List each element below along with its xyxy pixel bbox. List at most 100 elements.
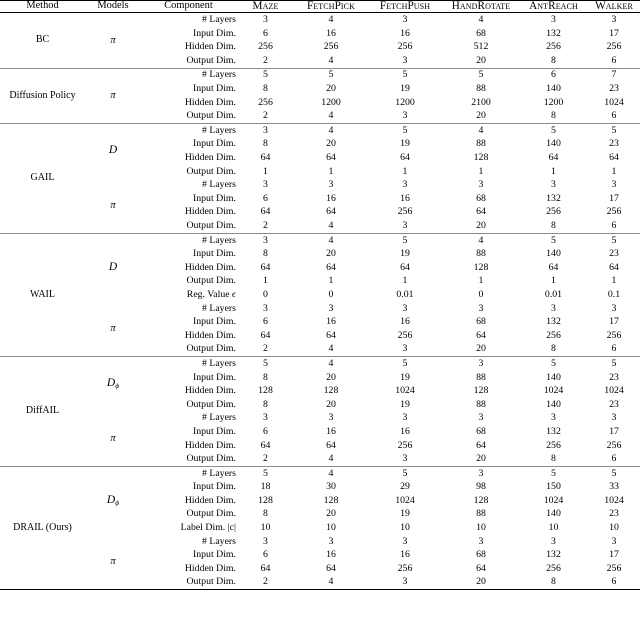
value-antreach-input-dim: 132 xyxy=(546,549,561,561)
value-fetchpush-output-dim: 3 xyxy=(402,343,408,355)
value-maze-input-dim: 8 xyxy=(263,138,268,150)
table-header: Method Models Component Maze FetchPick F… xyxy=(0,0,640,14)
component-label-hidden-dim: Hidden Dim. xyxy=(184,96,236,108)
value-handrotate-input-dim: 88 xyxy=(476,248,486,260)
value-handrotate-input-dim: 68 xyxy=(476,27,486,39)
table-row: WAIL D # Layers 3 4 5 4 5 5 xyxy=(0,234,640,299)
value-handrotate-output-dim: 1 xyxy=(478,165,484,177)
value-walker-layers: 5 xyxy=(611,124,617,136)
value-walker-label-dim-c: 10 xyxy=(609,522,619,534)
value-antreach-layers: 5 xyxy=(551,357,556,369)
value-walker-hidden-dim: 256 xyxy=(606,206,622,218)
table-row: DiffAIL Dϕ # Layers 5 4 5 3 5 5 xyxy=(0,357,640,416)
value-fetchpush-output-dim: 3 xyxy=(402,576,408,588)
model-symbol-discriminator: D xyxy=(108,260,118,273)
table-row: π # Layers 3 3 3 3 3 3 xyxy=(0,178,640,211)
model-symbol-discriminator_phi: Dϕ xyxy=(106,494,120,507)
method-label-gail: GAIL xyxy=(30,172,55,184)
value-maze-output-dim: 8 xyxy=(263,508,268,520)
component-label-layers: # Layers xyxy=(201,467,236,479)
value-antreach-hidden-dim: 1024 xyxy=(543,385,564,397)
table-row: π # Layers 3 3 3 3 3 3 xyxy=(0,302,640,334)
value-fetchpick-hidden-dim: 64 xyxy=(326,439,336,451)
value-walker-layers: 5 xyxy=(611,234,617,246)
model-symbol-discriminator_phi: Dϕ xyxy=(106,377,120,391)
component-label-output-dim: Output Dim. xyxy=(186,398,236,410)
component-label-hidden-dim: Hidden Dim. xyxy=(184,562,236,574)
value-fetchpick-output-dim: 1 xyxy=(328,165,334,177)
value-fetchpush-output-dim: 3 xyxy=(402,110,408,122)
hyperparameter-table-container: Method Models Component Maze FetchPick F… xyxy=(0,0,640,591)
value-fetchpush-layers: 5 xyxy=(402,69,408,81)
value-fetchpush-hidden-dim: 256 xyxy=(397,329,413,341)
model-symbol-policy: π xyxy=(110,199,116,211)
value-handrotate-label-dim-c: 10 xyxy=(476,522,486,534)
value-fetchpick-layers: 3 xyxy=(328,535,334,547)
component-label-layers: # Layers xyxy=(201,14,236,26)
hyperparameter-table: Method Models Component Maze FetchPick F… xyxy=(0,0,640,591)
value-walker-output-dim: 1 xyxy=(611,165,617,177)
value-maze-output-dim: 1 xyxy=(263,275,268,287)
value-maze-label-dim-c: 10 xyxy=(260,522,271,534)
component-label-hidden-dim: Hidden Dim. xyxy=(184,206,236,218)
value-antreach-layers: 3 xyxy=(551,179,556,191)
value-antreach-input-dim: 140 xyxy=(546,83,561,95)
value-maze-hidden-dim: 256 xyxy=(258,41,273,53)
component-label-input-dim: Input Dim. xyxy=(193,27,236,39)
table-row: π # Layers 3 3 3 3 3 3 xyxy=(0,411,640,444)
component-label-hidden-dim: Hidden Dim. xyxy=(184,494,236,506)
value-maze-output-dim: 2 xyxy=(263,576,268,588)
value-fetchpush-hidden-dim: 1024 xyxy=(395,494,415,506)
component-label-input-dim: Input Dim. xyxy=(193,371,236,383)
value-fetchpick-output-dim: 20 xyxy=(326,508,336,520)
value-fetchpush-output-dim: 1 xyxy=(402,165,408,177)
value-handrotate-input-dim: 98 xyxy=(476,481,486,493)
table-row: π # Layers 3 3 3 3 3 3 xyxy=(0,535,640,567)
value-walker-hidden-dim: 256 xyxy=(606,439,622,451)
value-maze-input-dim: 6 xyxy=(263,316,268,328)
value-fetchpush-output-dim: 19 xyxy=(400,398,410,410)
value-walker-input-dim: 17 xyxy=(609,549,619,561)
component-label-input-dim: Input Dim. xyxy=(193,138,236,150)
value-handrotate-layers: 5 xyxy=(478,69,484,81)
value-antreach-output-dim: 140 xyxy=(546,398,561,410)
component-label-input-dim: Input Dim. xyxy=(193,549,236,561)
value-antreach-hidden-dim: 256 xyxy=(546,329,561,341)
value-maze-input-dim: 6 xyxy=(263,425,268,437)
value-antreach-input-dim: 132 xyxy=(546,192,561,204)
value-handrotate-input-dim: 68 xyxy=(476,192,486,204)
value-maze-input-dim: 6 xyxy=(263,549,268,561)
value-handrotate-hidden-dim: 64 xyxy=(476,562,486,574)
model-symbol-policy: π xyxy=(110,323,116,335)
value-fetchpush-layers: 3 xyxy=(402,179,408,191)
component-label-layers: # Layers xyxy=(201,69,236,81)
value-antreach-output-dim: 8 xyxy=(551,220,556,231)
value-handrotate-output-dim: 20 xyxy=(476,54,486,66)
value-maze-input-dim: 8 xyxy=(263,371,268,383)
value-handrotate-layers: 4 xyxy=(478,234,484,246)
value-walker-output-dim: 6 xyxy=(611,343,617,355)
value-antreach-layers: 3 xyxy=(551,535,556,547)
value-walker-layers: 3 xyxy=(611,179,617,191)
value-antreach-label-dim-c: 10 xyxy=(548,522,559,534)
value-walker-hidden-dim: 64 xyxy=(609,261,619,273)
value-maze-layers: 5 xyxy=(263,69,268,81)
value-handrotate-hidden-dim: 128 xyxy=(473,152,489,164)
value-walker-output-dim: 23 xyxy=(609,508,619,520)
value-handrotate-input-dim: 88 xyxy=(476,371,486,383)
value-maze-output-dim: 2 xyxy=(263,54,268,66)
value-handrotate-output-dim: 88 xyxy=(476,508,486,520)
value-antreach-hidden-dim: 256 xyxy=(546,562,561,574)
component-label-input-dim: Input Dim. xyxy=(193,248,236,260)
table-footer xyxy=(0,589,640,591)
value-fetchpick-output-dim: 4 xyxy=(328,220,334,231)
value-fetchpush-input-dim: 16 xyxy=(400,425,410,437)
value-maze-input-dim: 18 xyxy=(260,481,271,493)
value-walker-hidden-dim: 256 xyxy=(606,41,622,53)
value-walker-reg-value-ϵ: 0.1 xyxy=(607,288,621,300)
value-fetchpick-input-dim: 16 xyxy=(326,27,336,39)
value-antreach-output-dim: 8 xyxy=(551,54,556,66)
value-handrotate-output-dim: 88 xyxy=(476,398,486,410)
value-fetchpick-input-dim: 16 xyxy=(326,316,336,328)
value-walker-input-dim: 23 xyxy=(609,248,619,260)
